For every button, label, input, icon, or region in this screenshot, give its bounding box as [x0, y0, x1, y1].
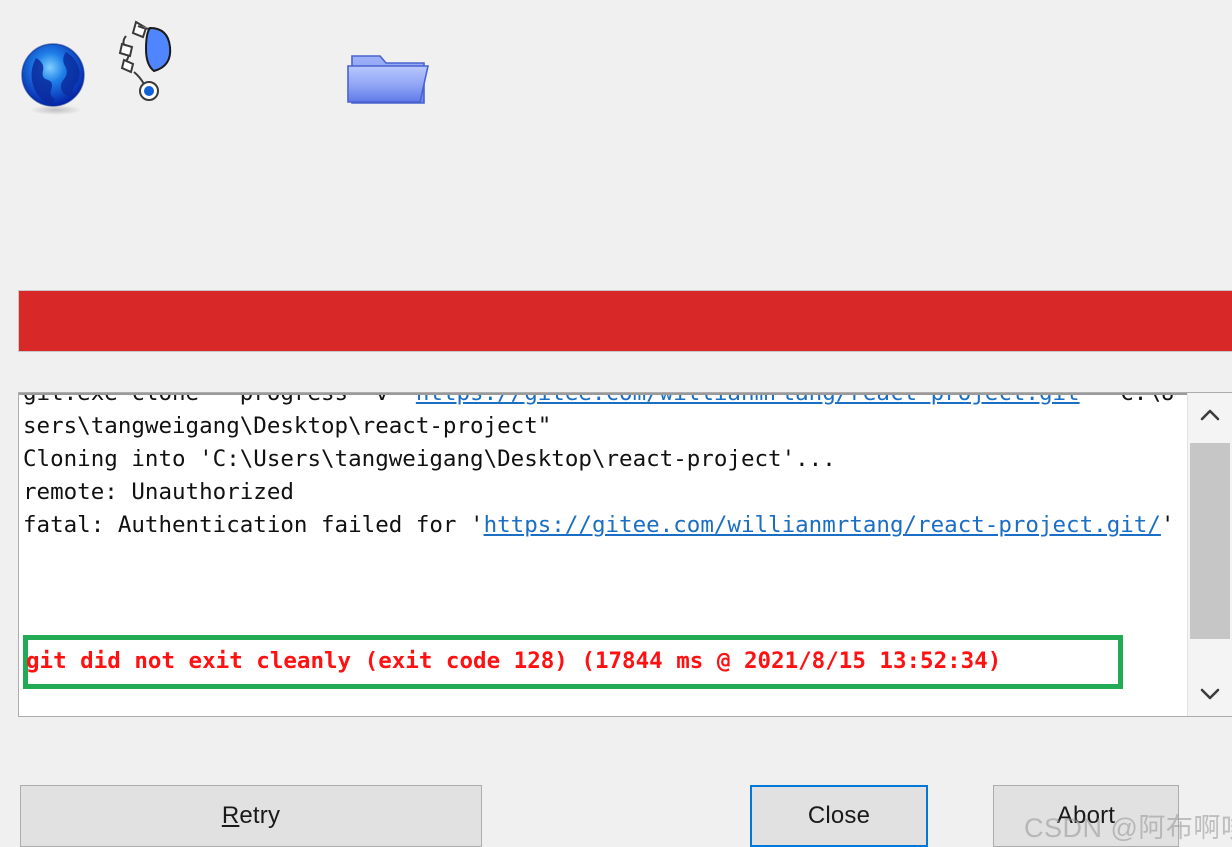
- scrollbar-thumb[interactable]: [1190, 443, 1230, 639]
- chevron-up-icon: [1200, 409, 1220, 421]
- vertical-scrollbar[interactable]: [1187, 393, 1232, 716]
- scrollbar-track[interactable]: [1188, 437, 1232, 672]
- git-output-line: remote: Unauthorized: [23, 476, 1187, 509]
- git-output-text: Cloning into 'C:\Users\tangweigang\Deskt…: [23, 446, 836, 472]
- abort-button-label: Abort: [1056, 802, 1116, 829]
- retry-rest: etry: [239, 802, 281, 829]
- scroll-up-button[interactable]: [1188, 393, 1232, 437]
- globe-icon[interactable]: [16, 40, 92, 116]
- git-output-line: git.exe clone --progress -v "https://git…: [23, 393, 1187, 443]
- git-output-link[interactable]: https://gitee.com/willianmrtang/react-pr…: [416, 395, 1080, 406]
- error-message-text: git did not exit cleanly (exit code 128)…: [26, 648, 1002, 674]
- progress-bar: [18, 290, 1232, 352]
- abort-button[interactable]: Abort: [993, 785, 1179, 847]
- git-output-panel: git.exe clone --progress -v "https://git…: [18, 392, 1232, 717]
- error-message-box: git did not exit cleanly (exit code 128)…: [23, 635, 1123, 689]
- git-output-lines: git.exe clone --progress -v "https://git…: [23, 393, 1187, 542]
- retry-button-label: Retry: [222, 802, 280, 830]
- git-output-text: git.exe clone --progress -v ": [23, 393, 416, 406]
- retry-button[interactable]: Retry: [20, 785, 482, 847]
- icon-strip: [0, 0, 1232, 140]
- git-output-text: ': [1160, 512, 1175, 538]
- progress-bar-fill: [19, 291, 1232, 351]
- network-branch-icon[interactable]: [112, 14, 182, 106]
- git-output-text: remote: Unauthorized: [23, 479, 294, 505]
- folder-icon[interactable]: [344, 42, 434, 112]
- git-output-text: fatal: Authentication failed for ': [23, 512, 484, 538]
- git-output-line: Cloning into 'C:\Users\tangweigang\Deskt…: [23, 443, 1187, 476]
- retry-accelerator: R: [221, 802, 240, 829]
- git-output-text-area[interactable]: git.exe clone --progress -v "https://git…: [19, 393, 1187, 716]
- git-output-line: fatal: Authentication failed for 'https:…: [23, 509, 1187, 542]
- chevron-down-icon: [1200, 688, 1220, 700]
- close-button-label: Close: [807, 802, 871, 829]
- close-button[interactable]: Close: [750, 785, 928, 847]
- git-output-link[interactable]: https://gitee.com/willianmrtang/react-pr…: [484, 512, 1161, 538]
- scroll-down-button[interactable]: [1188, 672, 1232, 716]
